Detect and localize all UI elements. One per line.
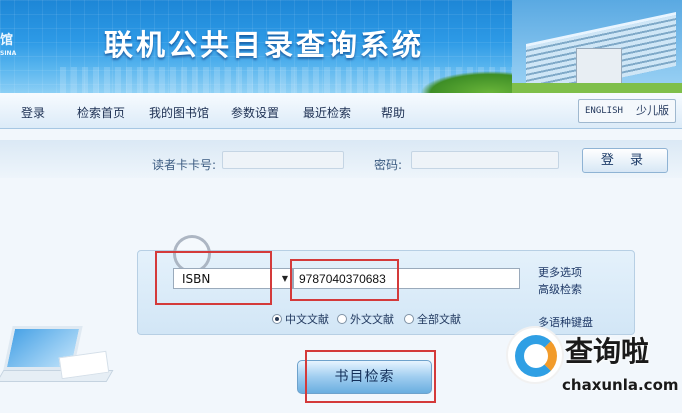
nav-item-help[interactable]: 帮助 <box>381 104 405 121</box>
library-building-image <box>512 0 682 93</box>
library-logo-sub: SINA <box>0 50 17 57</box>
radio-icon[interactable] <box>404 314 414 324</box>
card-number-label: 读者卡卡号: <box>152 158 217 172</box>
nav-item-search-home[interactable]: 检索首页 <box>77 104 125 121</box>
building-lawn <box>512 83 682 93</box>
scope-label-foreign: 外文文献 <box>350 313 394 326</box>
chaxunla-logo-icon <box>506 326 564 384</box>
building-wing <box>576 48 622 88</box>
nav-item-my-library[interactable]: 我的图书馆 <box>149 104 209 121</box>
login-button[interactable]: 登 录 <box>582 148 668 173</box>
nav-item-login[interactable]: 登录 <box>21 104 45 121</box>
nav-item-recent-searches[interactable]: 最近检索 <box>303 104 351 121</box>
highlight-box-select <box>155 251 272 305</box>
highlight-box-input <box>290 259 399 301</box>
page-title: 联机公共目录查询系统 <box>104 28 425 62</box>
watermark-domain: chaxunla.com <box>562 376 679 394</box>
scope-option-foreign[interactable]: 外文文献 <box>337 311 394 327</box>
kids-version-link[interactable]: 少儿版 <box>636 100 669 122</box>
english-link[interactable]: ENGLISH <box>585 106 623 116</box>
main-nav: 登录 检索首页 我的图书馆 参数设置 最近检索 帮助 ENGLISH 少儿版 <box>0 93 682 129</box>
scope-option-all[interactable]: 全部文献 <box>404 311 461 327</box>
radio-icon[interactable] <box>337 314 347 324</box>
scope-option-chinese[interactable]: 中文文献 <box>272 311 329 327</box>
watermark-name: 查询啦 <box>565 335 650 368</box>
logo-q-ring <box>515 335 557 377</box>
scope-label-all: 全部文献 <box>417 313 461 326</box>
library-logo-text: 馆 <box>0 33 14 48</box>
login-bar: 读者卡卡号: 密码: 登 录 <box>0 140 682 178</box>
language-switch: ENGLISH 少儿版 <box>578 99 676 123</box>
nav-item-settings[interactable]: 参数设置 <box>231 104 279 121</box>
library-logo: 馆 SINA <box>0 34 20 64</box>
laptop-illustration <box>0 320 118 390</box>
dropdown-arrow-icon[interactable]: ▼ <box>282 274 288 283</box>
scope-label-chinese: 中文文献 <box>285 313 329 326</box>
more-options-link[interactable]: 更多选项 <box>538 264 582 280</box>
header-banner: 馆 SINA 联机公共目录查询系统 <box>0 0 682 93</box>
highlight-box-search-button <box>305 350 436 403</box>
advanced-search-link[interactable]: 高级检索 <box>538 281 582 297</box>
password-field[interactable] <box>411 151 559 169</box>
card-number-field[interactable] <box>222 151 344 169</box>
radio-selected-icon[interactable] <box>272 314 282 324</box>
password-label: 密码: <box>374 158 403 172</box>
